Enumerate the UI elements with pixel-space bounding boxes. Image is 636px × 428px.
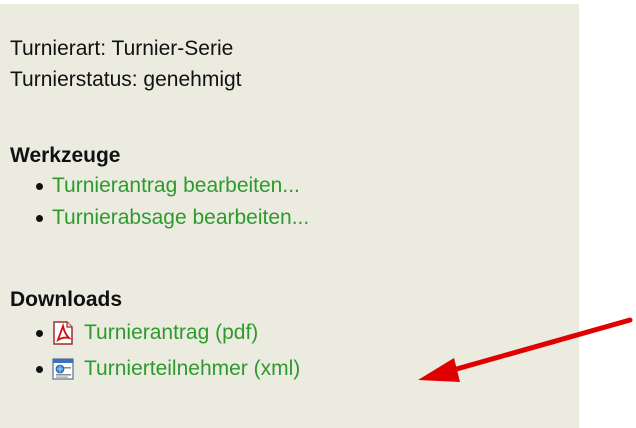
edit-cancellation-link[interactable]: Turnierabsage bearbeiten...: [52, 206, 309, 230]
downloads-heading: Downloads: [10, 288, 123, 311]
list-item-pdf-download[interactable]: Turnierantrag (pdf): [36, 318, 258, 348]
tools-heading: Werkzeuge: [10, 144, 121, 167]
pdf-download-link[interactable]: Turnierantrag (pdf): [84, 321, 258, 345]
list-item-edit-cancellation[interactable]: Turnierabsage bearbeiten...: [36, 203, 309, 233]
red-arrow-icon: [418, 317, 633, 382]
bullet-icon: [36, 366, 43, 373]
edit-application-link[interactable]: Turnierantrag bearbeiten...: [52, 174, 300, 198]
tournament-type-text: Turnierart: Turnier-Serie: [10, 37, 234, 60]
tournament-status-text: Turnierstatus: genehmigt: [10, 68, 242, 91]
bullet-icon: [36, 330, 43, 337]
bullet-icon: [36, 183, 43, 190]
xml-file-icon[interactable]: [52, 357, 74, 381]
list-item-xml-download[interactable]: Turnierteilnehmer (xml): [36, 354, 300, 384]
bullet-icon: [36, 215, 43, 222]
xml-download-link[interactable]: Turnierteilnehmer (xml): [84, 357, 300, 381]
pdf-file-icon[interactable]: [52, 321, 74, 345]
list-item-edit-application[interactable]: Turnierantrag bearbeiten...: [36, 171, 300, 201]
